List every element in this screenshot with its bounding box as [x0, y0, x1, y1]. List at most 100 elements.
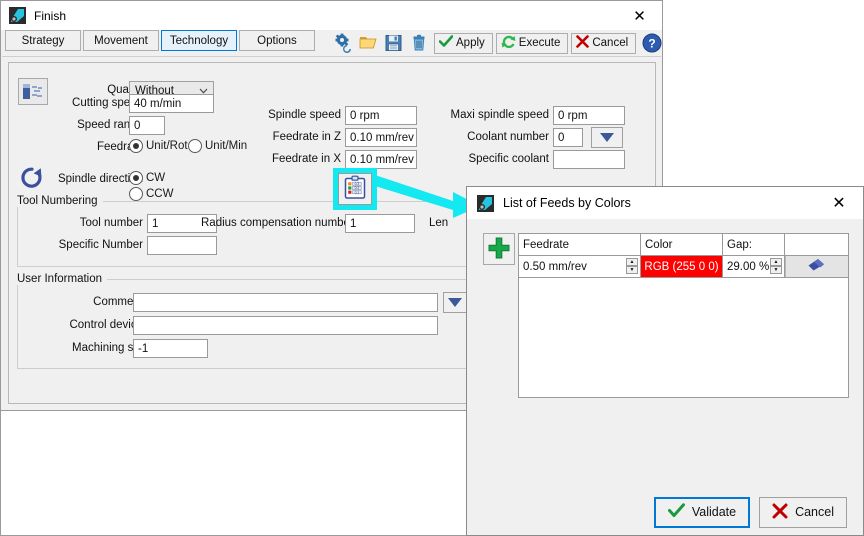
radio-ccw[interactable]: CCW [129, 187, 173, 201]
maxi-spindle-speed-label: Maxi spindle speed [439, 109, 549, 121]
eraser-icon [807, 258, 827, 275]
x-icon [576, 35, 589, 51]
radius-compensation-label: Radius compensation number [201, 217, 341, 229]
control-device-input[interactable] [133, 316, 438, 335]
radius-compensation-input[interactable]: 1 [345, 214, 415, 233]
spindle-rotation-icon [19, 166, 45, 193]
specific-coolant-input[interactable] [553, 150, 625, 169]
cell-feedrate-value: 0.50 mm/rev [523, 261, 587, 273]
radio-cw[interactable]: CW [129, 171, 165, 185]
feedrate-z-label: Feedrate in Z [255, 131, 341, 143]
coolant-number-input[interactable]: 0 [553, 128, 583, 147]
tab-movement[interactable]: Movement [83, 30, 159, 51]
stepper-up-icon[interactable]: ▲ [770, 258, 782, 266]
help-icon[interactable]: ? [642, 33, 662, 53]
cancel-button[interactable]: Cancel [571, 33, 636, 54]
feedrate-x-label: Feedrate in X [255, 153, 341, 165]
apply-label: Apply [456, 37, 485, 49]
table-header-row: Feedrate Color Gap: [519, 234, 848, 256]
comment-input[interactable] [133, 293, 438, 312]
apply-button[interactable]: Apply [434, 33, 493, 54]
spindle-speed-input[interactable]: 0 rpm [345, 106, 417, 125]
close-icon[interactable]: ✕ [617, 1, 662, 30]
column-header-gap: Gap: [723, 234, 785, 255]
app-icon [477, 195, 494, 212]
cutting-speed-input[interactable]: 40 m/min [129, 94, 214, 113]
radio-unit-min[interactable]: Unit/Min [188, 139, 247, 153]
open-folder-icon[interactable] [356, 31, 381, 55]
radius-compensation-value: 1 [350, 218, 356, 230]
dialog-cancel-button[interactable]: Cancel [759, 497, 847, 528]
dialog-cancel-label: Cancel [795, 505, 834, 519]
specific-number-label: Specific Number [29, 239, 143, 251]
machining-set-input[interactable]: -1 [133, 339, 208, 358]
app-icon [9, 7, 26, 24]
feedrate-x-input[interactable]: 0.10 mm/rev [345, 150, 417, 169]
specific-number-input[interactable] [147, 236, 217, 255]
machining-set-label: Machining set [29, 342, 143, 354]
stepper-down-icon[interactable]: ▼ [770, 266, 782, 274]
check-icon [439, 35, 453, 51]
user-information-group-label: User Information [17, 273, 107, 285]
speed-range-input[interactable]: 0 [129, 116, 165, 135]
tab-strategy[interactable]: Strategy [5, 30, 81, 51]
execute-button[interactable]: Execute [496, 33, 569, 54]
gap-stepper[interactable]: ▲ ▼ [770, 258, 782, 274]
radio-unit-rot[interactable]: Unit/Rot [129, 139, 188, 153]
cell-feedrate[interactable]: 0.50 mm/rev ▲ ▼ [519, 256, 641, 277]
list-of-feeds-by-colors-button[interactable]: 0.3 0.2 0.1 [338, 173, 372, 205]
list-of-feeds-by-colors-button-highlight: 0.3 0.2 0.1 [333, 168, 377, 210]
list-of-feeds-by-colors-dialog: List of Feeds by Colors ✕ Feedrate Color… [466, 186, 864, 536]
tab-options[interactable]: Options [239, 30, 315, 51]
stepper-up-icon[interactable]: ▲ [626, 258, 638, 266]
refresh-icon [501, 35, 516, 52]
cell-color[interactable]: RGB (255 0 0) [641, 256, 723, 277]
chevron-down-icon [199, 86, 207, 94]
cell-gap[interactable]: 29.00 % ▲ ▼ [723, 256, 785, 277]
length-label: Len [429, 217, 459, 229]
cutting-speed-value: 40 m/min [134, 98, 181, 110]
radio-unit-min-label: Unit/Min [205, 140, 247, 152]
close-icon[interactable]: ✕ [819, 187, 859, 219]
radio-indicator-icon [129, 171, 143, 185]
feeds-clipboard-icon: 0.3 0.2 0.1 [342, 175, 368, 204]
cancel-label: Cancel [592, 37, 628, 49]
maxi-spindle-speed-value: 0 rpm [558, 110, 587, 122]
feeds-table: Feedrate Color Gap: 0.50 mm/rev ▲ ▼ RGB … [518, 233, 849, 398]
maxi-spindle-speed-input[interactable]: 0 rpm [553, 106, 625, 125]
delete-row-button[interactable] [785, 256, 848, 277]
stepper-down-icon[interactable]: ▼ [626, 266, 638, 274]
radio-indicator-icon [129, 187, 143, 201]
comment-label: Comment [29, 296, 143, 308]
save-disk-icon[interactable] [381, 31, 406, 55]
tool-number-value: 1 [152, 218, 158, 230]
dialog-title: List of Feeds by Colors [503, 196, 631, 210]
speed-range-value: 0 [134, 120, 140, 132]
column-header-actions [785, 234, 848, 255]
plus-icon [487, 236, 511, 263]
tab-technology[interactable]: Technology [161, 30, 237, 51]
speed-range-label: Speed range [29, 119, 143, 131]
specific-coolant-label: Specific coolant [439, 153, 549, 165]
delete-trash-icon[interactable] [406, 31, 431, 55]
table-row[interactable]: 0.50 mm/rev ▲ ▼ RGB (255 0 0) 29.00 % ▲ … [519, 256, 848, 278]
radio-indicator-icon [188, 139, 202, 153]
validate-label: Validate [692, 505, 736, 519]
validate-button[interactable]: Validate [654, 497, 750, 528]
main-window-title: Finish [34, 9, 66, 23]
cell-gap-value: 29.00 % [727, 261, 769, 273]
coolant-number-value: 0 [558, 132, 564, 144]
feedrate-stepper[interactable]: ▲ ▼ [626, 258, 638, 274]
tool-number-label: Tool number [29, 217, 143, 229]
cutting-speed-label: Cutting speed [29, 97, 143, 109]
radio-unit-rot-label: Unit/Rot [146, 140, 188, 152]
add-feed-button[interactable] [483, 233, 515, 265]
tab-divider [2, 56, 661, 57]
settings-gear-icon[interactable] [331, 31, 356, 55]
main-toolbar: Apply Execute Cancel [331, 31, 662, 55]
x-icon [772, 503, 788, 522]
comment-dropdown-button[interactable] [443, 292, 467, 313]
coolant-dropdown-button[interactable] [591, 127, 623, 148]
feedrate-z-input[interactable]: 0.10 mm/rev [345, 128, 417, 147]
execute-label: Execute [519, 37, 561, 49]
